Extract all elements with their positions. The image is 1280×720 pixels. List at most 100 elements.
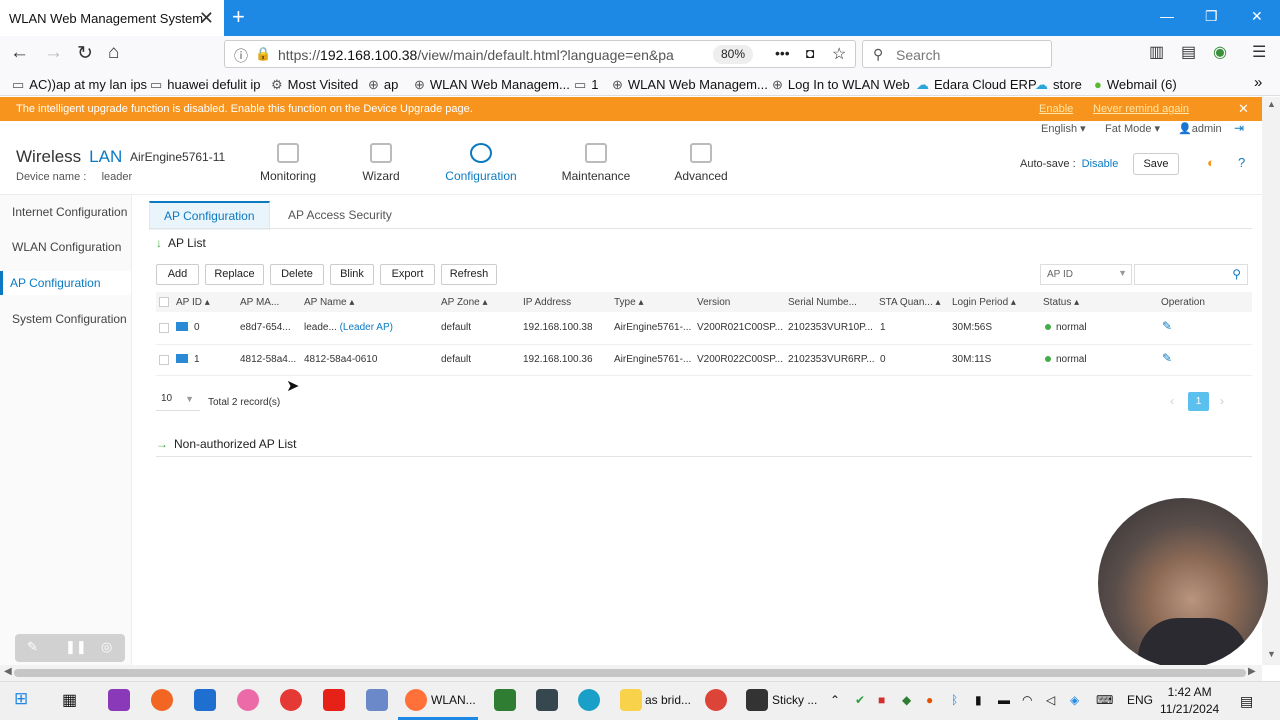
bookmark-item[interactable]: ☁ Edara Cloud ERP — [916, 77, 1037, 93]
minimize-icon[interactable]: — — [1160, 8, 1174, 24]
extension-icon[interactable]: ◉ — [1213, 42, 1227, 62]
more-bookmarks-icon[interactable]: » — [1254, 74, 1262, 91]
folder-icon[interactable] — [620, 689, 642, 711]
col-sta-quantity[interactable]: STA Quan... ▴ — [879, 297, 941, 308]
bookmark-item[interactable]: ● Webmail (6) — [1094, 77, 1177, 92]
app-icon[interactable] — [280, 689, 302, 711]
sticky-notes-icon[interactable] — [746, 689, 768, 711]
nav-wizard[interactable]: Wizard — [336, 143, 426, 183]
replace-button[interactable]: Replace — [205, 264, 264, 285]
sidebar-toggle-icon[interactable]: ▤ — [1181, 42, 1196, 62]
tab-ap-access-security[interactable]: AP Access Security — [288, 208, 392, 222]
taskbar-item-folder[interactable]: as brid... — [645, 693, 691, 707]
task-view-icon[interactable]: ▦ — [62, 690, 77, 710]
app-icon[interactable] — [108, 689, 130, 711]
info-icon[interactable]: ⓘ — [234, 46, 248, 66]
library-icon[interactable]: ▥ — [1149, 42, 1164, 62]
edge-icon[interactable] — [578, 689, 600, 711]
page-size-select[interactable]: 10 ▼ — [156, 393, 200, 411]
nav-maintenance[interactable]: Maintenance — [551, 143, 641, 183]
help-icon[interactable]: ? — [1238, 155, 1245, 170]
bookmark-item[interactable]: ▭ 1 — [574, 77, 599, 93]
bookmark-item[interactable]: ▭ huawei defulit ip — [150, 77, 261, 93]
col-login-period[interactable]: Login Period ▴ — [952, 297, 1016, 308]
pocket-icon[interactable]: ◘ — [806, 45, 814, 61]
tray-app-icon[interactable]: ◈ — [1070, 693, 1079, 707]
logout-icon[interactable]: ⇥ — [1234, 121, 1244, 135]
prev-page-icon[interactable]: ‹ — [1170, 394, 1174, 408]
app-icon[interactable] — [536, 689, 558, 711]
blink-button[interactable]: Blink — [330, 264, 374, 285]
sidebar-item-system[interactable]: System Configuration — [12, 312, 127, 326]
firefox-icon[interactable] — [405, 689, 427, 711]
bookmark-item[interactable]: ⚙ Most Visited — [271, 77, 358, 93]
tray-app-icon[interactable]: ■ — [878, 693, 885, 707]
new-tab-icon[interactable]: + — [232, 4, 245, 30]
chrome-icon[interactable] — [705, 689, 727, 711]
tray-app-icon[interactable]: ◆ — [902, 693, 911, 707]
address-bar[interactable]: ⓘ 🔒 https://192.168.100.38/view/main/def… — [224, 40, 856, 68]
app-icon[interactable] — [237, 689, 259, 711]
bookmark-item[interactable]: ⊕ Log In to WLAN Web — [772, 77, 910, 93]
tray-chevron-icon[interactable]: ⌃ — [830, 693, 840, 707]
close-banner-icon[interactable]: ✕ — [1238, 97, 1249, 121]
close-window-icon[interactable]: ✕ — [1251, 8, 1263, 25]
youtube-icon[interactable] — [323, 689, 345, 711]
col-ap-id[interactable]: AP ID ▴ — [176, 297, 210, 308]
nav-configuration[interactable]: Configuration — [436, 143, 526, 183]
never-remind-link[interactable]: Never remind again — [1093, 97, 1189, 121]
clock[interactable]: 1:42 AM 11/21/2024 — [1160, 684, 1219, 718]
col-ap-zone[interactable]: AP Zone ▴ — [441, 297, 488, 308]
bookmark-item[interactable]: ☁ store — [1035, 77, 1082, 93]
ap-list-header[interactable]: ↓ AP List — [156, 236, 206, 250]
search-input[interactable]: ⚲ Search — [862, 40, 1052, 68]
app-icon[interactable] — [151, 689, 173, 711]
pause-icon[interactable]: ❚❚ — [65, 639, 87, 655]
language-select[interactable]: English ▾ — [1041, 122, 1086, 135]
autosave-toggle[interactable]: Disable — [1082, 158, 1119, 170]
close-tab-icon[interactable]: ✕ — [199, 8, 214, 29]
col-ap-mac[interactable]: AP MA... — [240, 297, 279, 308]
scroll-right-icon[interactable]: ▶ — [1248, 666, 1256, 677]
app-icon[interactable] — [494, 689, 516, 711]
forward-icon[interactable]: → — [44, 42, 63, 64]
page-number[interactable]: 1 — [1188, 392, 1209, 411]
more-actions-icon[interactable]: ••• — [775, 45, 790, 61]
col-status[interactable]: Status ▴ — [1043, 297, 1079, 308]
microphone-icon[interactable]: ▮ — [975, 693, 982, 707]
zoom-level[interactable]: 80% — [713, 45, 753, 64]
sidebar-item-internet[interactable]: Internet Configuration — [12, 205, 127, 219]
enable-link[interactable]: Enable — [1039, 97, 1073, 121]
filter-search-input[interactable]: ⚲ — [1134, 264, 1248, 285]
shield-icon[interactable]: ✔ — [855, 693, 865, 707]
select-all-checkbox[interactable] — [159, 297, 169, 307]
next-page-icon[interactable]: › — [1220, 394, 1224, 408]
tray-app-icon[interactable]: ● — [926, 693, 933, 707]
mode-select[interactable]: Fat Mode ▾ — [1105, 122, 1160, 135]
camera-icon[interactable]: ◎ — [101, 639, 112, 655]
col-serial[interactable]: Serial Numbe... — [788, 297, 857, 308]
edit-icon[interactable]: ✎ — [27, 639, 38, 655]
bluetooth-icon[interactable]: ᛒ — [951, 693, 958, 707]
volume-icon[interactable]: ◁ — [1046, 693, 1055, 707]
bookmark-item[interactable]: ⊕ WLAN Web Managem... — [414, 77, 570, 93]
notification-icon[interactable]: ◐ — [1207, 155, 1215, 170]
menu-icon[interactable]: ☰ — [1252, 42, 1266, 62]
non-authorized-ap-list-header[interactable]: → Non-authorized AP List — [156, 437, 297, 451]
edit-icon[interactable]: ✎ — [1162, 351, 1172, 365]
horizontal-scroll-thumb[interactable] — [14, 669, 1246, 677]
delete-button[interactable]: Delete — [270, 264, 324, 285]
add-button[interactable]: Add — [156, 264, 199, 285]
nav-advanced[interactable]: Advanced — [656, 143, 746, 183]
filter-select[interactable]: AP ID ▼ — [1040, 264, 1132, 285]
save-button[interactable]: Save — [1133, 153, 1179, 175]
col-ip-address[interactable]: IP Address — [523, 297, 571, 308]
col-ap-name[interactable]: AP Name ▴ — [304, 297, 354, 308]
row-checkbox[interactable] — [159, 355, 169, 365]
tab-ap-configuration[interactable]: AP Configuration — [149, 201, 270, 230]
app-icon[interactable] — [194, 689, 216, 711]
home-icon[interactable]: ⌂ — [108, 42, 119, 64]
nav-monitoring[interactable]: Monitoring — [243, 143, 333, 183]
bookmark-item[interactable]: ⊕ WLAN Web Managem... — [612, 77, 768, 93]
language-indicator[interactable]: ENG — [1127, 693, 1153, 707]
